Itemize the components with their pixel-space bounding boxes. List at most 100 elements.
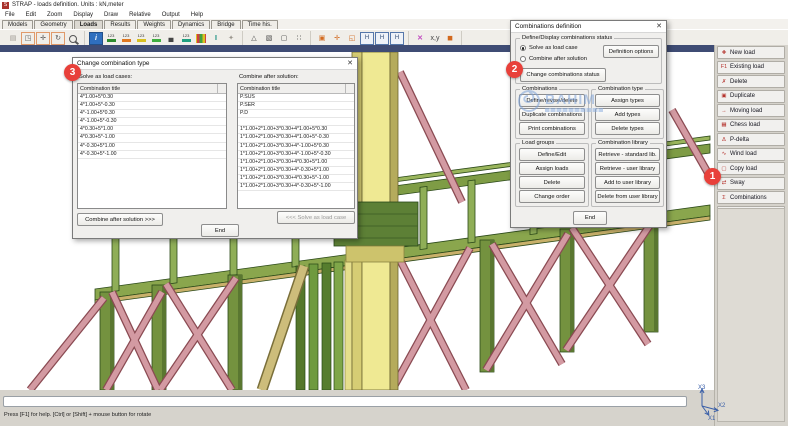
combination-row[interactable]: 4*1.00+5*-0.30 <box>78 102 226 110</box>
module-tab[interactable]: Weights <box>137 20 171 29</box>
assign-loads-button[interactable]: Assign loads <box>519 162 585 175</box>
end-button[interactable]: End <box>201 224 239 237</box>
combination-row[interactable]: P.D <box>238 110 354 118</box>
sidebar-item-existing-load[interactable]: F1 Existing load <box>717 61 785 74</box>
beam-colors-icon[interactable]: ▮ <box>196 34 206 43</box>
menu-item[interactable]: Relative <box>129 12 151 18</box>
module-tab[interactable]: Time his. <box>242 20 278 29</box>
print-icon[interactable]: ▤ <box>6 32 20 45</box>
change-order-button[interactable]: Change order <box>519 190 585 203</box>
node-numbers-icon[interactable]: 123 <box>104 32 118 45</box>
combine-after-solution-button[interactable]: Combine after solution >>> <box>77 213 163 226</box>
prism-view-icon[interactable]: △ <box>247 32 261 45</box>
combination-row[interactable]: 1*1.00+2*1.00+3*0.30+4*1.00+5*0.30 <box>238 126 354 134</box>
combination-row[interactable]: P.SUS <box>238 94 354 102</box>
module-tab[interactable]: Models <box>2 20 33 29</box>
section-numbers-icon[interactable]: 123 <box>179 32 193 45</box>
define-edit-button[interactable]: Define/Edit <box>519 148 585 161</box>
zoom-window-icon[interactable] <box>66 32 80 45</box>
sidebar-item-duplicate[interactable]: ▣ Duplicate <box>717 90 785 103</box>
combination-row[interactable]: 1*1.00+2*1.00+3*0.30+4*0.30+5*1.00 <box>238 159 354 167</box>
delete-button[interactable]: Delete <box>519 176 585 189</box>
window-zoom-icon[interactable]: ◱ <box>345 32 359 45</box>
model-cube-icon[interactable]: ◼ <box>443 32 457 45</box>
info-icon[interactable]: i <box>89 32 103 45</box>
delete-types-button[interactable]: Delete types <box>595 122 660 135</box>
define-revise-delete-button[interactable]: Define/revise/delete <box>519 94 585 107</box>
combination-row[interactable]: 4*0.30+5*1.00 <box>78 126 226 134</box>
combination-row[interactable]: 4*-1.00+5*-0.30 <box>78 118 226 126</box>
solve-as-load-case-radio[interactable]: Solve as load case <box>520 45 578 51</box>
combination-row[interactable]: P.SER <box>238 102 354 110</box>
menu-item[interactable]: Edit <box>26 12 36 18</box>
sidebar-item-combinations[interactable]: Σ Combinations <box>717 191 785 204</box>
menu-item[interactable]: File <box>5 12 15 18</box>
sidebar-item-delete[interactable]: ✗ Delete <box>717 75 785 88</box>
support-display-icon[interactable]: ▄ <box>164 32 178 45</box>
combination-row[interactable]: 4*-1.00+5*0.30 <box>78 110 226 118</box>
module-tab[interactable]: Loads <box>74 20 104 29</box>
combine-after-solution-radio[interactable]: Combine after solution <box>520 56 587 62</box>
change-combinations-status-button[interactable]: Change combinations status <box>520 68 606 82</box>
definition-options-button[interactable]: Definition options <box>603 45 659 58</box>
sidebar-item-sway[interactable]: ⇄ Sway <box>717 177 785 190</box>
combination-row[interactable]: 1*1.00+2*1.00+3*0.30+4*1.00+5*-0.30 <box>238 134 354 142</box>
beam-numbers-icon[interactable]: 123 <box>119 32 133 45</box>
sidebar-item-p-delta[interactable]: Δ P-delta <box>717 133 785 146</box>
add-types-button[interactable]: Add types <box>595 108 660 121</box>
redraw-icon[interactable]: ↻ <box>51 32 65 45</box>
menu-item[interactable]: Zoom <box>47 12 62 18</box>
copy-drawing-icon[interactable]: ▢ <box>277 32 291 45</box>
spring-numbers-icon[interactable]: 123 <box>149 32 163 45</box>
window-cascade-icon[interactable]: ▣ <box>315 32 329 45</box>
retrieve-user-library-button[interactable]: Retrieve - user library <box>595 162 660 175</box>
combination-row[interactable]: 4*-0.30+5*-1.00 <box>78 151 226 159</box>
retrieve-standard-lib-button[interactable]: Retrieve - standard lib. <box>595 148 660 161</box>
command-input[interactable] <box>3 396 687 407</box>
menu-item[interactable]: Output <box>162 12 180 18</box>
duplicate-combinations-button[interactable]: Duplicate combinations <box>519 108 585 121</box>
combination-row[interactable] <box>238 118 354 126</box>
dimmed-tool-icon[interactable]: ✦ <box>224 32 238 45</box>
beam-release-icon[interactable]: I <box>209 32 223 45</box>
combine-after-solution-list[interactable]: Combination title P.SUSP.SERP.D1*1.00+2*… <box>237 83 355 209</box>
module-tab[interactable]: Geometry <box>34 20 72 29</box>
combination-row[interactable]: 1*1.00+2*1.00+3*0.30+4*-1.00+5*0.30 <box>238 143 354 151</box>
sidebar-item-chess-load[interactable]: ▦ Chess load <box>717 119 785 132</box>
axes-icon[interactable]: ✕ <box>413 32 427 45</box>
assign-types-button[interactable]: Assign types <box>595 94 660 107</box>
delete-from-user-library-button[interactable]: Delete from user library <box>595 190 660 203</box>
plate-numbers-icon[interactable]: 123 <box>134 32 148 45</box>
window-h2-icon[interactable]: H <box>375 32 389 45</box>
combination-row[interactable]: 1*1.00+2*1.00+3*0.30+4*0.30+5*-1.00 <box>238 175 354 183</box>
zoom-extents-icon[interactable]: ✛ <box>36 32 50 45</box>
end-button[interactable]: End <box>573 211 607 225</box>
sidebar-item-wind-load[interactable]: ∿ Wind load <box>717 148 785 161</box>
solid-view-icon[interactable]: ▧ <box>262 32 276 45</box>
window-h3-icon[interactable]: H <box>390 32 404 45</box>
solve-as-load-case-button[interactable]: <<< Solve as load case <box>277 211 355 224</box>
close-icon[interactable]: ✕ <box>347 60 353 67</box>
solve-as-load-cases-list[interactable]: Combination title 4*1.00+5*0.304*1.00+5*… <box>77 83 227 209</box>
move-window-icon[interactable]: ✛ <box>330 32 344 45</box>
add-to-user-library-button[interactable]: Add to user library <box>595 176 660 189</box>
rotate-model-icon[interactable]: ◳ <box>21 32 35 45</box>
menu-item[interactable]: Display <box>73 12 93 18</box>
combination-row[interactable]: 4*1.00+5*0.30 <box>78 94 226 102</box>
menu-item[interactable]: Draw <box>104 12 118 18</box>
sidebar-item-copy-load[interactable]: ▢ Copy load <box>717 162 785 175</box>
combination-row[interactable]: 1*1.00+2*1.00+3*0.30+4*-1.00+5*-0.30 <box>238 151 354 159</box>
sidebar-item-new-load[interactable]: ✚ New load <box>717 46 785 59</box>
window-h1-icon[interactable]: H <box>360 32 374 45</box>
menu-item[interactable]: Help <box>191 12 203 18</box>
close-icon[interactable]: ✕ <box>656 23 662 30</box>
print-combinations-button[interactable]: Print combinations <box>519 122 585 135</box>
combination-row[interactable]: 1*1.00+2*1.00+3*0.30+4*-0.30+5*1.00 <box>238 167 354 175</box>
sidebar-item-moving-load[interactable]: → Moving load <box>717 104 785 117</box>
combination-row[interactable]: 4*-0.30+5*1.00 <box>78 143 226 151</box>
select-window-icon[interactable]: ∷ <box>292 32 306 45</box>
xy-plot-icon[interactable]: x,y <box>428 32 442 45</box>
combination-row[interactable]: 4*0.30+5*-1.00 <box>78 134 226 142</box>
module-tab[interactable]: Bridge <box>211 20 240 29</box>
module-tab[interactable]: Dynamics <box>172 20 210 29</box>
